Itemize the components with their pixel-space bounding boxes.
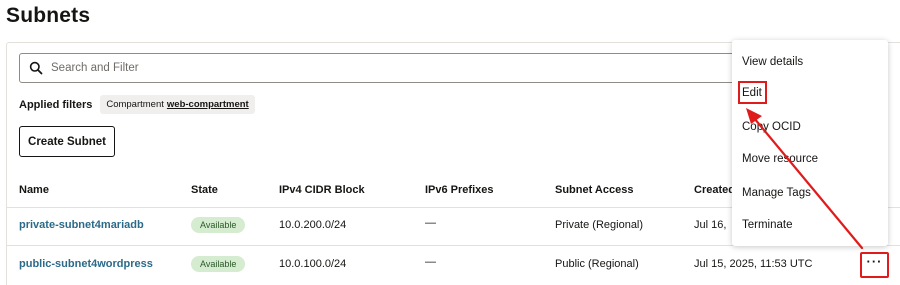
- search-input[interactable]: [51, 62, 651, 74]
- subnet-access-cell: Public (Regional): [555, 258, 639, 270]
- page-title: Subnets: [6, 4, 91, 27]
- created-cell: Jul 16,: [694, 219, 727, 231]
- create-subnet-button[interactable]: Create Subnet: [19, 126, 115, 157]
- menu-item-move-resource[interactable]: Move resource: [742, 153, 818, 165]
- menu-item-view-details[interactable]: View details: [742, 56, 803, 68]
- more-actions-icon: ···: [866, 254, 883, 269]
- applied-filters: Applied filters Compartment web-compartm…: [19, 95, 255, 114]
- ipv4-cidr-cell: 10.0.200.0/24: [279, 219, 347, 231]
- status-badge: Available: [191, 217, 246, 233]
- subnet-access-cell: Private (Regional): [555, 219, 644, 231]
- column-header-subnet-access[interactable]: Subnet Access: [555, 184, 633, 196]
- search-icon: [29, 61, 43, 75]
- filter-chip-compartment[interactable]: Compartment web-compartment: [100, 95, 255, 114]
- filter-chip-value[interactable]: web-compartment: [167, 99, 249, 110]
- column-header-state[interactable]: State: [191, 184, 218, 196]
- column-header-ipv4[interactable]: IPv4 CIDR Block: [279, 184, 365, 196]
- subnet-name-link[interactable]: public-subnet4wordpress: [19, 258, 153, 270]
- row-actions-menu: View details Edit Copy OCID Move resourc…: [732, 40, 888, 246]
- subnet-name-link[interactable]: private-subnet4mariadb: [19, 219, 144, 231]
- menu-item-copy-ocid[interactable]: Copy OCID: [742, 121, 801, 133]
- column-header-ipv6[interactable]: IPv6 Prefixes: [425, 184, 494, 196]
- row-actions-button[interactable]: ···: [860, 252, 889, 278]
- ipv6-prefixes-cell: —: [425, 217, 436, 229]
- applied-filters-label: Applied filters: [19, 98, 93, 111]
- ipv6-prefixes-cell: —: [425, 256, 436, 268]
- menu-item-terminate[interactable]: Terminate: [742, 219, 793, 231]
- status-badge: Available: [191, 256, 246, 272]
- created-cell: Jul 15, 2025, 11:53 UTC: [694, 258, 813, 270]
- menu-item-manage-tags[interactable]: Manage Tags: [742, 187, 811, 199]
- filter-chip-key: Compartment: [106, 99, 164, 110]
- search-field[interactable]: [19, 53, 779, 83]
- column-header-created[interactable]: Created: [694, 184, 735, 196]
- ipv4-cidr-cell: 10.0.100.0/24: [279, 258, 347, 270]
- column-header-name[interactable]: Name: [19, 184, 49, 196]
- menu-item-edit[interactable]: Edit: [738, 81, 767, 104]
